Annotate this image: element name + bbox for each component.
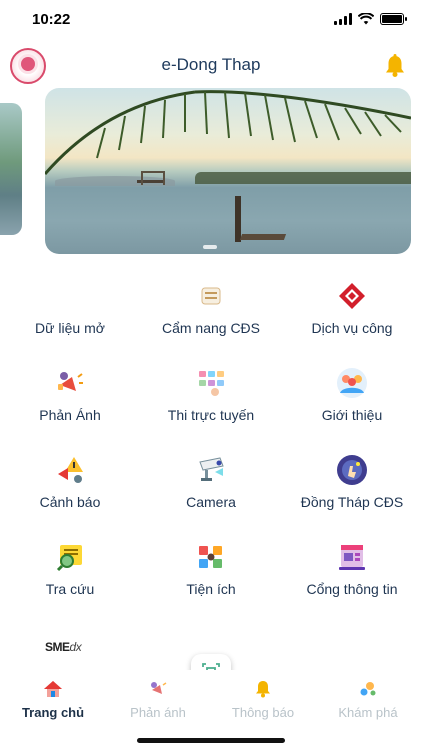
grid-item-portal[interactable]: Cổng thông tin: [282, 531, 422, 611]
banner-previous-slide[interactable]: [0, 103, 22, 235]
battery-icon: [380, 13, 407, 25]
carousel-indicator: [203, 245, 217, 249]
warning-icon: [58, 457, 83, 483]
grid-item-lookup[interactable]: Tra cứu: [0, 531, 140, 611]
grid-item-label: Giới thiệu: [321, 407, 383, 423]
signal-icon: [334, 13, 352, 25]
smedx-logo[interactable]: SMEdx: [45, 640, 82, 654]
feedback-icon: [58, 372, 83, 391]
open-data-icon: [54, 280, 86, 312]
tab-label: Phản ánh: [130, 705, 186, 720]
introduction-icon: [337, 368, 367, 398]
grid-item-feedback[interactable]: Phản Ánh: [0, 357, 140, 437]
grid-item-label: Cổng thông tin: [306, 581, 398, 597]
lookup-icon: [56, 545, 82, 572]
grid-item-introduction[interactable]: Giới thiệu: [282, 357, 422, 437]
smedx-brand: SME: [45, 640, 70, 654]
notification-icon: [256, 681, 270, 698]
public-service-icon: [339, 283, 365, 309]
grid-item-label: Tiện ích: [186, 581, 236, 597]
tab-explore[interactable]: Khám phá: [318, 680, 418, 720]
tab-label: Trang chủ: [21, 705, 85, 720]
grid-item-utilities[interactable]: Tiện ích: [141, 531, 281, 611]
home-icon: [44, 681, 62, 697]
portal-icon: [339, 545, 365, 570]
grid-item-label: Tra cứu: [45, 581, 95, 597]
palm-leaves: [45, 90, 411, 175]
grid-item-label: Đồng Tháp CĐS: [300, 494, 404, 510]
banner-slide[interactable]: [45, 88, 411, 254]
smedx-suffix: dx: [69, 640, 82, 654]
app-title: e-Dong Thap: [161, 55, 261, 74]
grid-item-label: Dữ liệu mở: [35, 320, 105, 336]
status-icons: [334, 13, 407, 25]
utilities-icon: [199, 546, 222, 568]
feedback-tab-icon: [151, 682, 167, 694]
grid-item-label: Phản Ánh: [39, 407, 101, 423]
grid-item-online-exam[interactable]: Thi trực tuyến: [141, 357, 281, 437]
grid-item-open-data[interactable]: Dữ liệu mở: [0, 270, 140, 350]
grid-item-label: Camera: [186, 494, 236, 510]
grid-item-label: Cảnh báo: [39, 494, 101, 510]
explore-icon: [360, 682, 376, 696]
banner-dock-post: [235, 196, 241, 242]
grid-item-public-service[interactable]: Dịch vụ công: [282, 270, 422, 350]
camera-icon: [199, 457, 224, 481]
grid-item-label: Thi trực tuyến: [167, 407, 255, 423]
grid-item-warning[interactable]: Cảnh báo: [0, 444, 140, 524]
grid-item-handbook[interactable]: Cẩm nang CĐS: [141, 270, 281, 350]
grid-item-camera[interactable]: Camera: [141, 444, 281, 524]
status-time: 10:22: [32, 11, 71, 28]
banner-dock: [239, 234, 287, 240]
wifi-icon: [358, 13, 374, 25]
grid-item-label: Cẩm nang CĐS: [161, 320, 261, 336]
grid-item-dong-thap-digital[interactable]: Đồng Tháp CĐS: [282, 444, 422, 524]
status-bar: 10:22: [0, 0, 422, 40]
banner-hut: [137, 171, 165, 200]
tab-label: Khám phá: [338, 705, 398, 720]
grid-item-label: Dịch vụ công: [311, 320, 393, 336]
handbook-icon: [201, 287, 221, 305]
bell-icon[interactable]: [382, 53, 408, 79]
header: e-Dong Thap: [0, 44, 422, 88]
tab-label: Thông báo: [231, 705, 295, 720]
online-exam-icon: [199, 371, 224, 396]
tab-home[interactable]: Trang chủ: [3, 680, 103, 720]
dong-thap-digital-icon: [337, 455, 367, 485]
tab-notifications[interactable]: Thông báo: [213, 680, 313, 720]
home-indicator: [137, 738, 285, 743]
tab-feedback[interactable]: Phản ánh: [108, 680, 208, 720]
